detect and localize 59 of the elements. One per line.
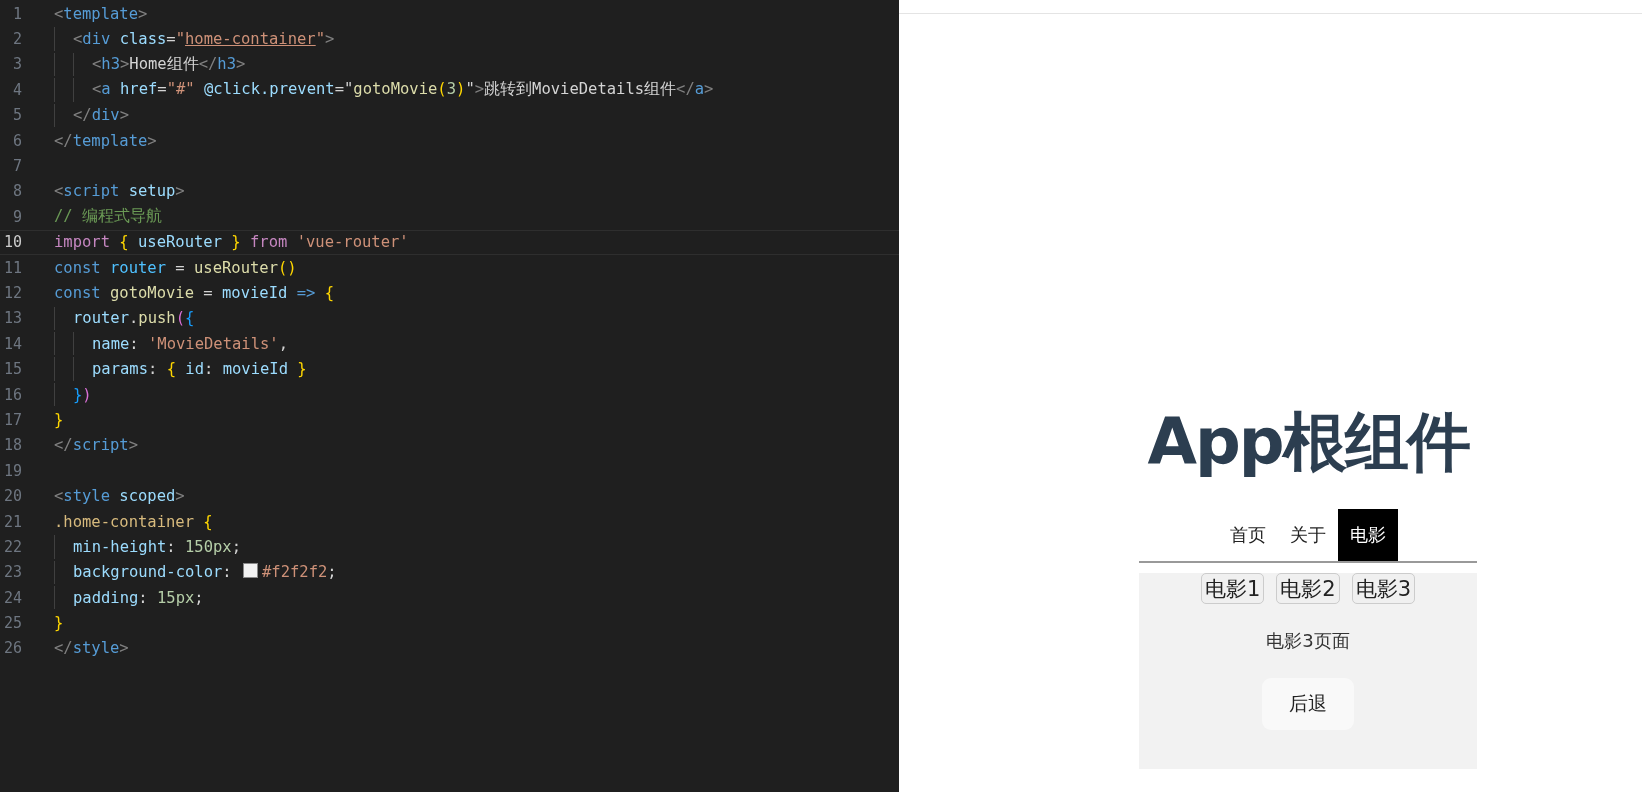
- line-number: 12: [2, 284, 22, 302]
- line-number: 1: [11, 4, 22, 23]
- line-number: 13: [2, 309, 22, 328]
- code-text: const router = useRouter(): [54, 258, 297, 277]
- line-number: 20: [2, 487, 22, 506]
- code-text: </div>: [73, 106, 129, 125]
- code-text: }: [54, 614, 64, 633]
- code-text: </style>: [54, 639, 129, 658]
- back-button[interactable]: 后退: [1262, 678, 1354, 730]
- code-text: router.push({: [73, 309, 195, 328]
- code-text: }): [73, 385, 92, 404]
- line-number: 19: [2, 461, 22, 480]
- code-text: <script setup>: [54, 182, 185, 201]
- nav-link[interactable]: 关于: [1278, 509, 1338, 561]
- line-number: 26: [2, 639, 22, 658]
- movie-button[interactable]: 电影1: [1200, 573, 1265, 604]
- line-number: 22: [2, 537, 22, 556]
- code-text: <a href="#" @click.prevent="gotoMovie(3)">跳转到MovieDetails组件</a>: [92, 79, 714, 101]
- code-text: params: { id: movieId }: [92, 360, 307, 379]
- line-number: 11: [2, 258, 22, 277]
- line-number: 5: [11, 106, 22, 125]
- movie-button[interactable]: 电影2: [1276, 573, 1340, 604]
- code-text: <div class="home-container">: [73, 30, 335, 49]
- code-text: background-color: #f2f2f2;: [73, 563, 337, 582]
- code-text: <style scoped>: [54, 487, 185, 506]
- line-number: 16: [2, 385, 22, 404]
- code-text: .home-container {: [54, 512, 213, 531]
- line-number: 24: [2, 588, 22, 607]
- line-number: 4: [11, 80, 22, 99]
- app-title: App根组件: [1147, 404, 1469, 481]
- code-text: padding: 15px;: [73, 588, 204, 607]
- code-text: <template>: [54, 4, 148, 23]
- line-number: 17: [2, 410, 22, 429]
- line-number: 10: [2, 233, 22, 252]
- code-text: const gotoMovie = movieId => {: [54, 284, 334, 302]
- nav-link[interactable]: 首页: [1218, 509, 1278, 561]
- nav-link[interactable]: 电影: [1338, 509, 1398, 561]
- line-number: 7: [11, 157, 22, 176]
- line-number: 21: [2, 512, 22, 531]
- code-text: name: 'MovieDetails',: [92, 334, 288, 353]
- line-number: 23: [2, 563, 22, 582]
- line-number: 9: [11, 207, 22, 226]
- line-number: 14: [2, 334, 22, 353]
- code-text: import { useRouter } from 'vue-router': [54, 233, 409, 252]
- line-number: 25: [2, 614, 22, 633]
- page-text: 电影3页面: [1266, 629, 1350, 653]
- code-text: </template>: [54, 131, 157, 150]
- line-number: 8: [11, 182, 22, 201]
- movie-button[interactable]: 电影3: [1351, 573, 1416, 604]
- code-text: // 编程式导航: [54, 206, 162, 228]
- line-number: 6: [11, 131, 22, 150]
- line-number: 3: [11, 55, 22, 74]
- line-number: 15: [2, 360, 22, 379]
- code-text: <h3>Home组件</h3>: [92, 53, 246, 75]
- code-text: }: [54, 410, 64, 429]
- code-text: min-height: 150px;: [73, 537, 241, 556]
- line-number: 2: [11, 30, 22, 49]
- line-number: 18: [2, 436, 22, 455]
- code-text: </script>: [54, 436, 138, 455]
